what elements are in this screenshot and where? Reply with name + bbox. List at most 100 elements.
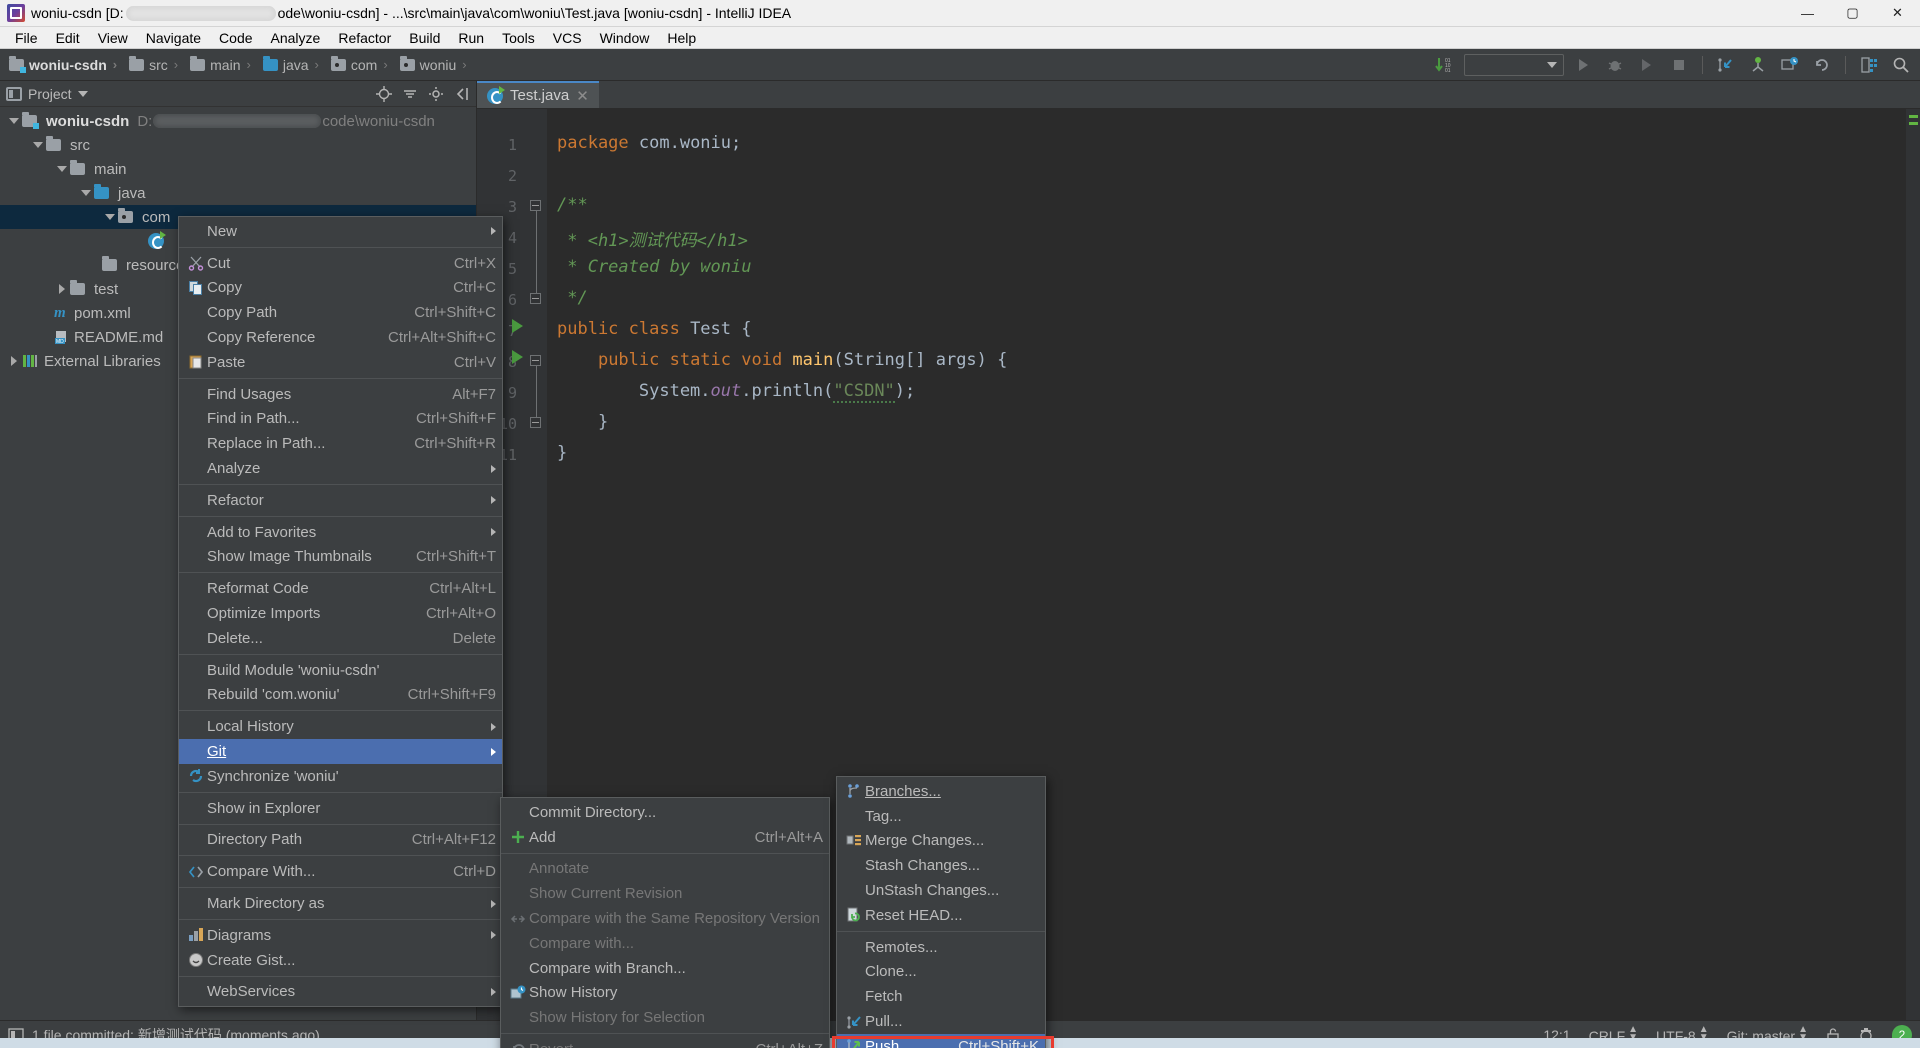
menu-refactor[interactable]: Refactor	[329, 28, 400, 48]
menu-item-cut[interactable]: Cut Ctrl+X	[179, 251, 502, 276]
breadcrumb-src[interactable]: src ›	[126, 55, 187, 73]
menu-item-webservices[interactable]: WebServices	[179, 980, 502, 1005]
menu-item-local-history[interactable]: Local History	[179, 714, 502, 739]
hide-panel-icon[interactable]	[454, 86, 470, 102]
repo-clone[interactable]: Clone...	[837, 960, 1045, 985]
close-button[interactable]: ✕	[1875, 0, 1920, 27]
collapse-all-icon[interactable]	[402, 86, 418, 102]
project-context-menu[interactable]: New Cut Ctrl+X Copy Ctrl+C Copy Path Ctr…	[178, 216, 503, 1008]
run-main-gutter-icon[interactable]	[512, 350, 523, 364]
search-icon[interactable]	[1888, 53, 1914, 77]
menu-item-compare-with[interactable]: Compare With... Ctrl+D	[179, 859, 502, 884]
menu-analyze[interactable]: Analyze	[262, 28, 330, 48]
menu-item-diagrams[interactable]: Diagrams	[179, 923, 502, 948]
repo-stash-changes[interactable]: Stash Changes...	[837, 853, 1045, 878]
breadcrumb-com[interactable]: com ›	[328, 55, 397, 73]
menu-item-refactor[interactable]: Refactor	[179, 488, 502, 513]
editor-marker-bar[interactable]	[1906, 109, 1920, 1020]
settings-gear-icon[interactable]	[428, 86, 444, 102]
menu-item-optimize-imports[interactable]: Optimize Imports Ctrl+Alt+O	[179, 601, 502, 626]
breadcrumb-main[interactable]: main ›	[187, 55, 260, 73]
menu-window[interactable]: Window	[591, 28, 659, 48]
fold-marker-method-end[interactable]	[530, 417, 541, 428]
tree-node-main[interactable]: main	[0, 157, 476, 181]
vcs-rollback-icon[interactable]	[1809, 53, 1835, 77]
menu-item-replace-in-path[interactable]: Replace in Path... Ctrl+Shift+R	[179, 431, 502, 456]
run-configuration-select[interactable]	[1464, 53, 1564, 76]
repository-submenu[interactable]: Branches... Tag... Merge Changes... Stas…	[836, 776, 1046, 1048]
repo-reset-head[interactable]: Reset HEAD...	[837, 903, 1045, 928]
menu-item-add-to-favorites[interactable]: Add to Favorites	[179, 520, 502, 545]
vcs-update-project-icon[interactable]	[1713, 53, 1739, 77]
tree-node-woniu-csdn[interactable]: woniu-csdn D: code\woniu-csdn	[0, 109, 476, 133]
breadcrumb-java[interactable]: java ›	[260, 55, 328, 73]
menu-item-show-in-explorer[interactable]: Show in Explorer	[179, 796, 502, 821]
fold-marker-javadoc[interactable]	[530, 200, 541, 211]
collapse-arrow-icon[interactable]	[6, 356, 22, 366]
minimize-button[interactable]: —	[1785, 0, 1830, 27]
menu-build[interactable]: Build	[400, 28, 449, 48]
menu-item-new[interactable]: New	[179, 219, 502, 244]
tab-test-java[interactable]: Test.java ✕	[477, 81, 599, 108]
repo-tag[interactable]: Tag...	[837, 804, 1045, 829]
git-compare-with-branch[interactable]: Compare with Branch...	[501, 956, 829, 981]
repo-unstash-changes[interactable]: UnStash Changes...	[837, 878, 1045, 903]
menu-item-directory-path[interactable]: Directory Path Ctrl+Alt+F12	[179, 828, 502, 853]
menu-item-mark-directory-as[interactable]: Mark Directory as	[179, 891, 502, 916]
sort-numeric-icon[interactable]: 01 10 01	[1432, 53, 1458, 77]
locate-icon[interactable]	[376, 85, 392, 102]
expand-arrow-icon[interactable]	[6, 118, 22, 124]
vcs-history-icon[interactable]	[1777, 53, 1803, 77]
tree-node-java[interactable]: java	[0, 181, 476, 205]
menu-item-build-module[interactable]: Build Module 'woniu-csdn'	[179, 658, 502, 683]
menu-code[interactable]: Code	[210, 28, 261, 48]
tree-node-src[interactable]: src	[0, 133, 476, 157]
menu-item-copy-path[interactable]: Copy Path Ctrl+Shift+C	[179, 300, 502, 325]
menu-item-analyze[interactable]: Analyze	[179, 456, 502, 481]
debug-button[interactable]	[1602, 53, 1628, 77]
run-button[interactable]	[1570, 53, 1596, 77]
maximize-button[interactable]: ▢	[1830, 0, 1875, 27]
breadcrumb-woniu[interactable]: woniu ›	[397, 55, 476, 73]
fold-marker-method[interactable]	[530, 355, 541, 366]
menu-item-synchronize[interactable]: Synchronize 'woniu'	[179, 764, 502, 789]
git-submenu[interactable]: Commit Directory... Add Ctrl+Alt+A Annot…	[500, 797, 830, 1048]
menu-item-copy[interactable]: Copy Ctrl+C	[179, 276, 502, 301]
menu-item-find-usages[interactable]: Find Usages Alt+F7	[179, 382, 502, 407]
menu-item-show-image-thumbnails[interactable]: Show Image Thumbnails Ctrl+Shift+T	[179, 545, 502, 570]
menu-item-rebuild-package[interactable]: Rebuild 'com.woniu' Ctrl+Shift+F9	[179, 683, 502, 708]
vcs-commit-icon[interactable]	[1745, 53, 1771, 77]
menu-run[interactable]: Run	[449, 28, 493, 48]
collapse-arrow-icon[interactable]	[54, 284, 70, 294]
expand-arrow-icon[interactable]	[78, 190, 94, 196]
repo-remotes[interactable]: Remotes...	[837, 935, 1045, 960]
menu-edit[interactable]: Edit	[47, 28, 89, 48]
menu-vcs[interactable]: VCS	[544, 28, 591, 48]
expand-arrow-icon[interactable]	[30, 142, 46, 148]
repo-push[interactable]: Push... Ctrl+Shift+K	[837, 1033, 1045, 1048]
repo-fetch[interactable]: Fetch	[837, 984, 1045, 1009]
menu-item-reformat-code[interactable]: Reformat Code Ctrl+Alt+L	[179, 576, 502, 601]
menu-item-create-gist[interactable]: Create Gist...	[179, 948, 502, 973]
expand-arrow-icon[interactable]	[54, 166, 70, 172]
repo-pull[interactable]: Pull...	[837, 1009, 1045, 1034]
repo-branches[interactable]: Branches...	[837, 779, 1045, 804]
run-class-gutter-icon[interactable]	[512, 319, 523, 333]
close-icon[interactable]: ✕	[576, 87, 589, 105]
menu-help[interactable]: Help	[658, 28, 705, 48]
run-with-coverage-button[interactable]	[1634, 53, 1660, 77]
menu-item-copy-reference[interactable]: Copy Reference Ctrl+Alt+Shift+C	[179, 325, 502, 350]
menu-item-paste[interactable]: Paste Ctrl+V	[179, 350, 502, 375]
breadcrumb-woniu-csdn[interactable]: woniu-csdn ›	[6, 55, 126, 73]
database-icon[interactable]	[1856, 53, 1882, 77]
fold-marker-javadoc-end[interactable]	[530, 293, 541, 304]
menu-item-git[interactable]: Git	[179, 739, 502, 764]
chevron-down-icon[interactable]	[77, 90, 88, 97]
repo-merge-changes[interactable]: Merge Changes...	[837, 829, 1045, 854]
menu-tools[interactable]: Tools	[493, 28, 544, 48]
git-commit-directory[interactable]: Commit Directory...	[501, 800, 829, 825]
menu-file[interactable]: File	[6, 28, 47, 48]
menu-view[interactable]: View	[89, 28, 137, 48]
git-show-history[interactable]: Show History	[501, 981, 829, 1006]
git-add[interactable]: Add Ctrl+Alt+A	[501, 825, 829, 850]
